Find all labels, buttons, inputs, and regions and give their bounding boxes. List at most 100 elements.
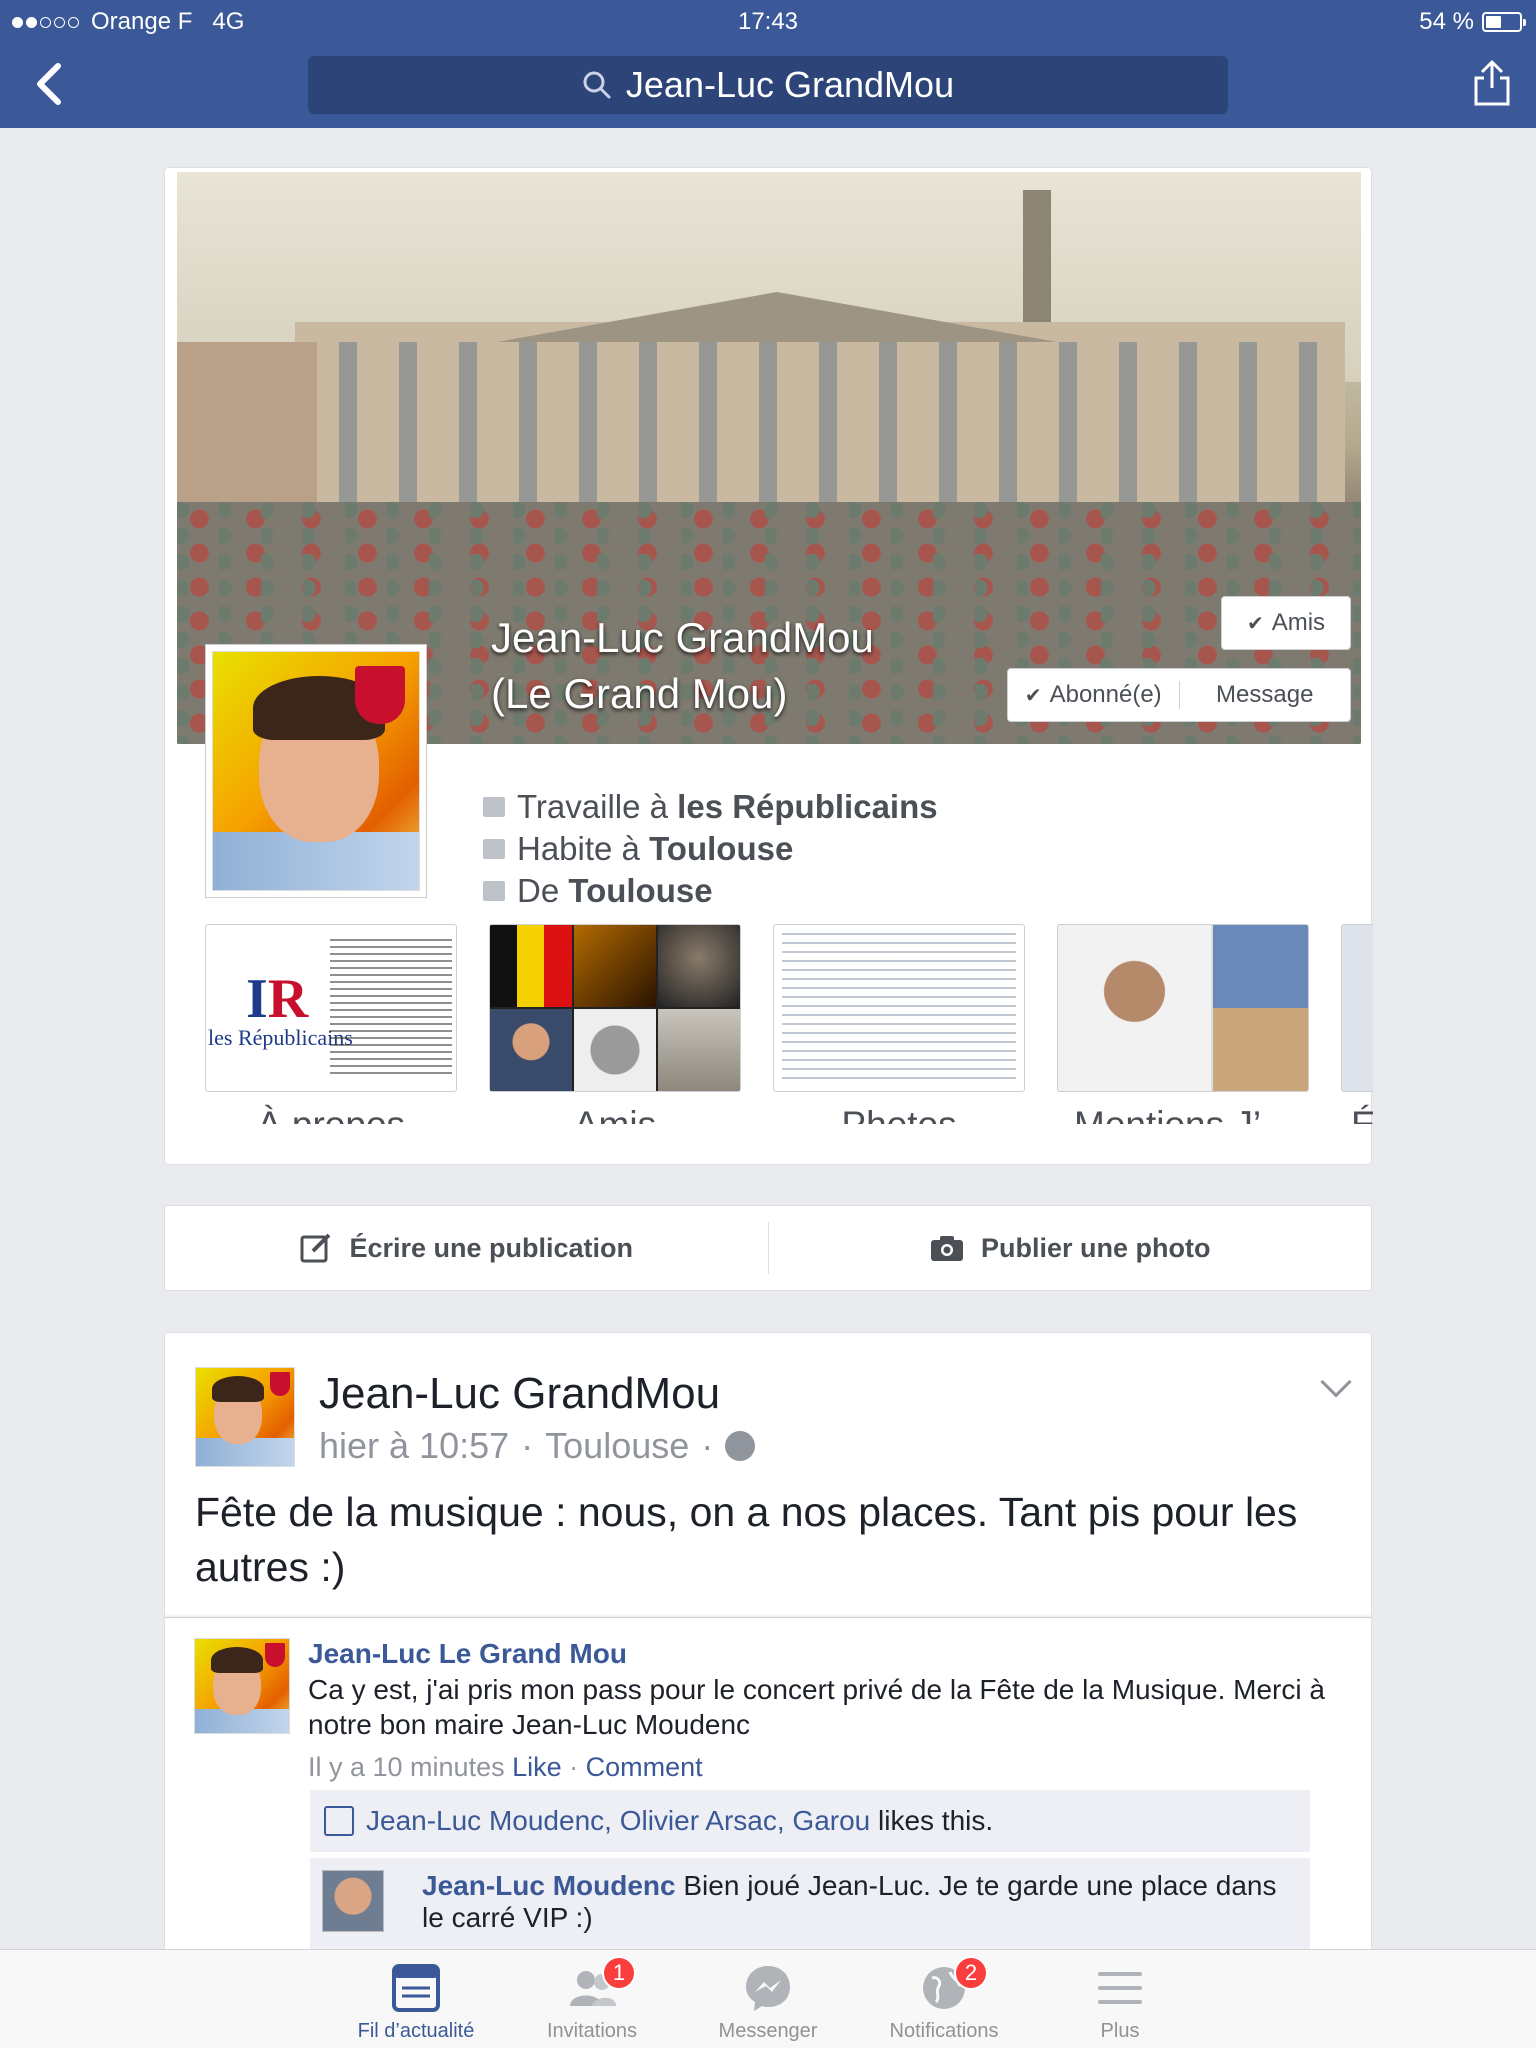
messenger-icon <box>746 1966 790 2011</box>
publish-photo-label: Publier une photo <box>981 1232 1211 1263</box>
hometown-info[interactable]: De Toulouse <box>483 870 938 912</box>
work-prefix: Travaille à <box>517 788 678 825</box>
profile-picture[interactable] <box>205 644 427 898</box>
post-author-name[interactable]: Jean-Luc GrandMou <box>319 1369 720 1419</box>
reply-author: Jean-Luc Moudenc <box>422 1870 676 1901</box>
publish-photo-button[interactable]: Publier une photo <box>769 1206 1372 1290</box>
tile-friends[interactable]: Amis <box>489 924 741 1124</box>
profile-card: Jean-Luc GrandMou (Le Grand Mou) ✔ Amis … <box>164 167 1373 1165</box>
profile-name-line2: (Le Grand Mou) <box>491 670 788 717</box>
composer-bar: Écrire une publication Publier une photo <box>164 1205 1372 1291</box>
screenshot-likers: Jean-Luc Moudenc, Olivier Arsac, Garou <box>366 1805 871 1836</box>
tab-more[interactable]: Plus <box>1032 1950 1208 2048</box>
feed-post: Jean-Luc GrandMou hier à 10:57 · Toulous… <box>164 1332 1372 2048</box>
screenshot-comment: Comment <box>585 1752 703 1782</box>
lives-prefix: Habite à <box>517 830 650 867</box>
tab-label: Messenger <box>718 2020 818 2042</box>
profile-name: Jean-Luc GrandMou (Le Grand Mou) <box>491 610 874 722</box>
tile-more[interactable]: É <box>1341 924 1373 1124</box>
briefcase-icon <box>483 797 505 817</box>
profile-sections: IR les Républicains À propos Amis Photos… <box>205 924 1373 1124</box>
profile-picture-image <box>212 651 420 891</box>
screenshot-avatar <box>194 1638 290 1734</box>
tab-invitations[interactable]: 1 Invitations <box>504 1950 680 2048</box>
back-arrow-icon[interactable] <box>30 60 70 108</box>
tile-label: Photos <box>773 1104 1025 1124</box>
separator-dot: · <box>521 1425 534 1466</box>
check-icon: ✔ <box>1024 684 1042 707</box>
tab-messenger[interactable]: Messenger <box>680 1950 856 2048</box>
tab-notifications[interactable]: 2 Notifications <box>856 1950 1032 2048</box>
likes-suffix: likes this. <box>878 1805 994 1836</box>
work-place: les Républicains <box>677 788 938 825</box>
tile-label: À propos <box>205 1104 457 1124</box>
tab-label: Fil d’actualité <box>357 2020 475 2042</box>
search-icon <box>583 71 611 99</box>
reply-avatar <box>322 1870 384 1932</box>
tile-photos[interactable]: Photos <box>773 924 1025 1124</box>
message-button-label: Message <box>1216 681 1314 708</box>
status-bar: Orange F 4G 17:43 54 % <box>0 6 1536 36</box>
following-button-label: Abonné(e) <box>1049 681 1162 708</box>
status-time: 17:43 <box>737 8 799 35</box>
write-post-label: Écrire une publication <box>349 1232 634 1263</box>
profile-intro: Travaille à les Républicains Habite à To… <box>483 786 938 912</box>
message-button[interactable]: Message <box>1178 681 1351 709</box>
about-thumbnail: IR les Républicains <box>205 924 457 1092</box>
share-icon[interactable] <box>1470 56 1514 108</box>
screenshot-likes: Jean-Luc Moudenc, Olivier Arsac, Garou l… <box>310 1790 1310 1852</box>
search-bar[interactable]: Jean-Luc GrandMou <box>308 56 1228 114</box>
tile-label: É <box>1341 1104 1373 1124</box>
separator-dot: · <box>701 1425 714 1466</box>
globe-icon <box>725 1431 756 1461</box>
post-message: Fête de la musique : nous, on a nos plac… <box>195 1489 1298 1590</box>
tab-news-feed[interactable]: Fil d’actualité <box>328 1950 504 2048</box>
check-icon: ✔ <box>1246 612 1264 635</box>
search-text: Jean-Luc GrandMou <box>625 64 955 105</box>
edit-icon <box>300 1233 331 1263</box>
city-icon <box>483 839 505 859</box>
tile-label: Amis <box>489 1104 741 1124</box>
following-button[interactable]: ✔ Abonné(e) <box>1008 681 1179 709</box>
friends-button[interactable]: ✔ Amis <box>1221 596 1351 650</box>
post-meta: hier à 10:57 · Toulouse · <box>319 1425 756 1467</box>
from-prefix: De <box>517 872 569 909</box>
tile-about[interactable]: IR les Républicains À propos <box>205 924 457 1124</box>
current-city: Toulouse <box>649 830 794 867</box>
thumbs-up-icon <box>324 1806 354 1836</box>
hometown: Toulouse <box>568 872 713 909</box>
camera-icon <box>931 1236 963 1261</box>
menu-icon <box>1098 1972 1142 2004</box>
lives-info[interactable]: Habite à Toulouse <box>483 828 938 870</box>
reply-text: Jean-Luc Moudenc Bien joué Jean-Luc. Je … <box>422 1870 1292 1934</box>
profile-action-buttons: ✔ Abonné(e) Message <box>1007 668 1351 722</box>
friends-button-label: Amis <box>1271 609 1326 636</box>
invitations-badge: 1 <box>602 1956 636 1990</box>
tab-label: Plus <box>1100 2020 1140 2042</box>
notifications-badge: 2 <box>954 1956 988 1990</box>
post-time[interactable]: hier à 10:57 <box>319 1425 509 1467</box>
home-icon <box>483 881 505 901</box>
screenshot-like: Like <box>512 1752 562 1782</box>
friends-thumbnail <box>489 924 741 1092</box>
tile-likes[interactable]: Mentions J’... <box>1057 924 1309 1124</box>
battery-percent: 54 % <box>1419 8 1474 35</box>
likes-thumbnail <box>1057 924 1309 1092</box>
tile-label: Mentions J’... <box>1057 1104 1309 1124</box>
top-bar: Orange F 4G 17:43 54 % Jean-Luc GrandMou <box>0 0 1536 128</box>
tab-label: Notifications <box>889 2020 999 2042</box>
work-info[interactable]: Travaille à les Républicains <box>483 786 938 828</box>
battery-icon <box>1482 12 1526 32</box>
profile-name-line1: Jean-Luc GrandMou <box>491 614 874 661</box>
write-post-button[interactable]: Écrire une publication <box>165 1206 768 1290</box>
screenshot-author: Jean-Luc Le Grand Mou <box>308 1638 627 1669</box>
bottom-tab-bar: Fil d’actualité 1 Invitations Messenger … <box>0 1949 1536 2048</box>
post-location[interactable]: Toulouse <box>545 1425 689 1467</box>
tab-label: Invitations <box>546 2020 638 2042</box>
chevron-down-icon[interactable] <box>1320 1366 1352 1398</box>
screenshot-time: Il y a 10 minutes <box>308 1752 505 1782</box>
screenshot-meta: Il y a 10 minutes Like · Comment <box>308 1752 703 1782</box>
screenshot-text: Ca y est, j'ai pris mon pass pour le con… <box>308 1674 1325 1740</box>
news-feed-icon <box>392 1964 440 2012</box>
post-author-avatar[interactable] <box>195 1367 295 1467</box>
